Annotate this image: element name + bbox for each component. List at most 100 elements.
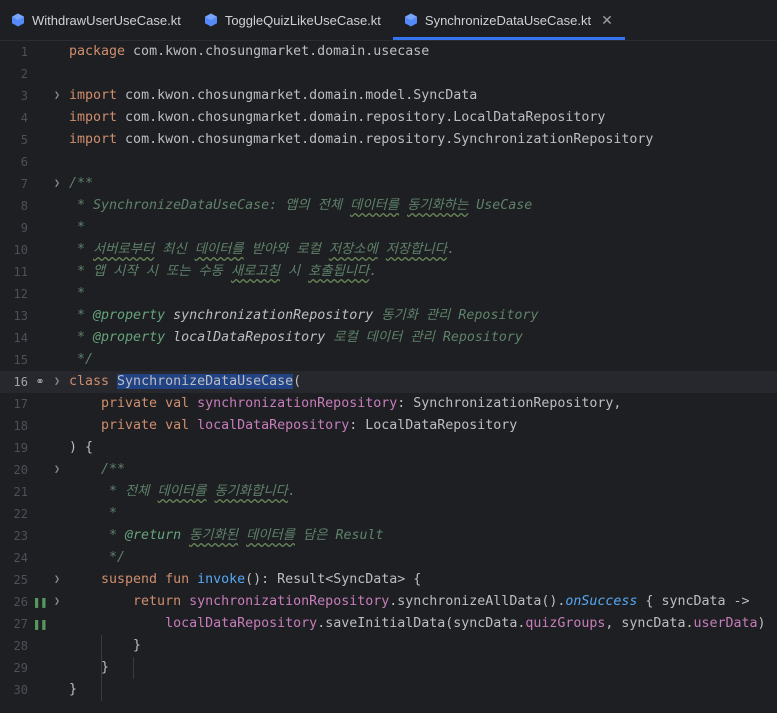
tab-label: WithdrawUserUseCase.kt <box>32 12 181 28</box>
line-number: 26 <box>13 595 28 609</box>
code-editor[interactable]: 1 package com.kwon.chosungmarket.domain.u… <box>0 41 777 713</box>
code-text: } <box>69 638 142 653</box>
doc-text: 동기화합니다 <box>214 484 288 499</box>
code-line: 6 <box>0 151 777 173</box>
doc-text: 동기화 관리 Repository <box>373 308 539 323</box>
line-number: 16 <box>13 375 28 389</box>
code-line: 24 */ <box>0 547 777 569</box>
code-line: 26 ❚❚ ❯ return synchronizationRepository.s… <box>0 591 777 613</box>
doc-text <box>181 528 189 543</box>
function-name: invoke <box>197 572 246 587</box>
kotlin-class-icon <box>10 12 26 28</box>
doc-text <box>238 528 246 543</box>
close-icon[interactable]: ✕ <box>601 12 613 29</box>
editor-tab-bar: WithdrawUserUseCase.kt ToggleQuizLikeUse… <box>0 0 777 41</box>
doc-text: 담은 Result <box>295 528 384 543</box>
code-line: 14 * @property localDataRepository 로컬 데이… <box>0 327 777 349</box>
doc-comment: */ <box>69 550 126 565</box>
keyword: import <box>69 110 118 125</box>
code-line: 2 <box>0 63 777 85</box>
code-text: , syncData. <box>605 616 694 631</box>
tab-withdraw-user-usecase[interactable]: WithdrawUserUseCase.kt <box>0 0 193 40</box>
code-line: 21 * 전체 데이터를 동기화합니다. <box>0 481 777 503</box>
property-name: synchronizationRepository <box>197 396 398 411</box>
code-line: 5 import com.kwon.chosungmarket.domain.re… <box>0 129 777 151</box>
code-text: ) { <box>69 440 94 455</box>
line-number: 29 <box>13 661 28 675</box>
code-text: ( <box>293 374 302 389</box>
line-number: 1 <box>20 45 28 59</box>
line-number: 23 <box>13 529 28 543</box>
code-line: 9 * <box>0 217 777 239</box>
doc-text: 저장합니다 <box>385 242 447 257</box>
line-number: 3 <box>20 89 28 103</box>
code-text: .saveInitialData(syncData. <box>317 616 526 631</box>
selected-class-name[interactable]: SynchronizeDataUseCase <box>117 374 294 389</box>
kotlin-class-icon <box>403 12 419 28</box>
doc-param: synchronizationRepository <box>165 308 374 323</box>
doc-text: UseCase <box>468 198 533 213</box>
code-line: 29 } <box>0 657 777 679</box>
doc-text: 데이터를 <box>157 484 207 499</box>
doc-text: . <box>446 242 455 257</box>
code-text: { syncData -> <box>637 594 750 609</box>
doc-comment: * <box>69 506 118 521</box>
doc-text: 저장소에 <box>328 242 378 257</box>
doc-text: 로컬 데이터 관리 Repository <box>325 330 523 345</box>
keyword: private val <box>69 396 198 411</box>
line-number: 8 <box>20 199 28 213</box>
code-line: 12 * <box>0 283 777 305</box>
code-line: 4 import com.kwon.chosungmarket.domain.re… <box>0 107 777 129</box>
tab-label: ToggleQuizLikeUseCase.kt <box>224 12 381 28</box>
line-number: 24 <box>13 551 28 565</box>
code-text: .synchronizeAllData(). <box>389 594 566 609</box>
keyword: import <box>69 88 118 103</box>
code-line: 20 ❯ /** <box>0 459 777 481</box>
line-number: 17 <box>13 397 28 411</box>
doc-text: 새로고침 <box>230 264 280 279</box>
override-icon[interactable]: ⚭ <box>33 371 47 393</box>
doc-tag: @return <box>125 528 182 543</box>
chevron-down-icon[interactable]: ❯ <box>50 569 64 591</box>
chevron-down-icon[interactable]: ❯ <box>50 591 64 613</box>
line-number: 22 <box>13 507 28 521</box>
line-number: 12 <box>13 287 28 301</box>
line-number: 21 <box>13 485 28 499</box>
doc-text: 데이터를 <box>350 198 400 213</box>
tab-label: SynchronizeDataUseCase.kt <box>424 12 592 28</box>
tab-synchronize-data-usecase[interactable]: SynchronizeDataUseCase.kt ✕ <box>392 0 625 40</box>
code-text: : LocalDataRepository <box>349 418 518 433</box>
run-gutter-icon[interactable]: ❚❚ <box>33 613 47 635</box>
chevron-down-icon[interactable]: ❯ <box>50 459 64 481</box>
doc-text <box>378 242 386 257</box>
line-number: 7 <box>20 177 28 191</box>
chevron-down-icon[interactable]: ❯ <box>50 371 64 393</box>
keyword: package <box>69 44 126 59</box>
doc-param: localDataRepository <box>165 330 326 345</box>
property-name: localDataRepository <box>165 616 318 631</box>
code-text: com.kwon.chosungmarket.domain.model.Sync… <box>117 88 478 103</box>
line-number: 28 <box>13 639 28 653</box>
line-number: 13 <box>13 309 28 323</box>
doc-text: 데이터를 <box>246 528 295 543</box>
run-gutter-icon[interactable]: ❚❚ <box>33 591 47 613</box>
doc-text: 받아와 로컬 <box>243 242 329 257</box>
property-name: userData <box>693 616 758 631</box>
chevron-down-icon[interactable]: ❯ <box>50 173 64 195</box>
doc-text: 시 <box>279 264 309 279</box>
doc-text: 최신 <box>154 242 195 257</box>
property-name: synchronizationRepository <box>189 594 390 609</box>
property-name: quizGroups <box>525 616 606 631</box>
code-line: 7 ❯ /** <box>0 173 777 195</box>
code-line: 25 ❯ suspend fun invoke(): Result<SyncDat… <box>0 569 777 591</box>
chevron-down-icon[interactable]: ❯ <box>50 85 64 107</box>
code-line: 17 private val synchronizationRepository… <box>0 393 777 415</box>
tab-toggle-quiz-like-usecase[interactable]: ToggleQuizLikeUseCase.kt <box>193 0 393 40</box>
line-number: 19 <box>13 441 28 455</box>
doc-tag: @property <box>93 330 166 345</box>
keyword: private val <box>69 418 198 433</box>
doc-text: . <box>287 484 296 499</box>
line-number: 4 <box>20 111 28 125</box>
